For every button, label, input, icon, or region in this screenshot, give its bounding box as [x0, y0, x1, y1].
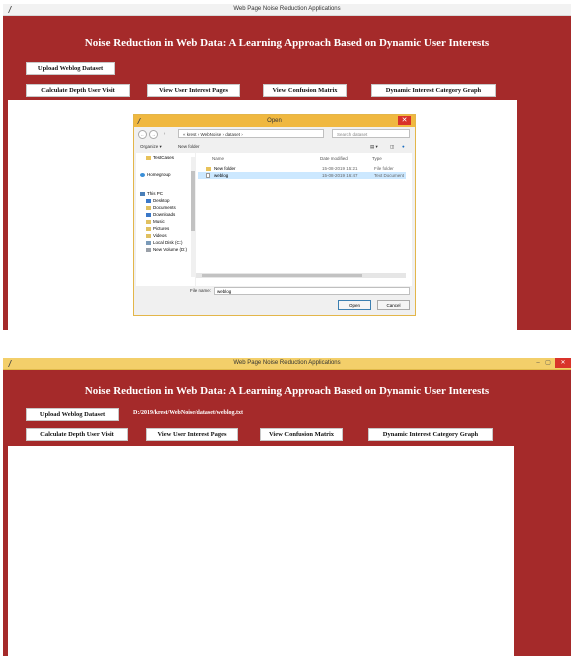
- upload-weblog-button[interactable]: Upload Weblog Dataset: [26, 408, 119, 421]
- file-name-label: File name:: [190, 288, 212, 293]
- app-body: Noise Reduction in Web Data: A Learning …: [3, 370, 571, 656]
- minimize-button[interactable]: –: [533, 358, 543, 368]
- file-date: 15-08-2019 16:47: [322, 173, 358, 178]
- sidebar-item-label: Documents: [153, 205, 176, 210]
- column-header-type[interactable]: Type: [372, 156, 382, 161]
- sidebar-item-testcases[interactable]: TestCases: [146, 155, 174, 161]
- window-title: Web Page Noise Reduction Applications: [233, 360, 341, 366]
- open-file-dialog: Open ✕ ← → ↑ « krest › WebNoise › datase…: [133, 114, 416, 316]
- dialog-nav-bar: ← → ↑ « krest › WebNoise › dataset › Sea…: [134, 128, 415, 140]
- dynamic-interest-graph-button[interactable]: Dynamic Interest Category Graph: [371, 84, 496, 97]
- sidebar-item-desktop[interactable]: Desktop: [146, 198, 170, 204]
- column-header-name[interactable]: Name: [212, 156, 224, 161]
- column-header-date[interactable]: Date modified: [320, 156, 348, 161]
- sidebar-item-new-volume[interactable]: New Volume (D:): [146, 247, 187, 253]
- selected-file-path: D:/2019/krest/WebNoise/dataset/weblog.tx…: [133, 410, 244, 416]
- sidebar-item-label: New Volume (D:): [153, 247, 188, 252]
- file-type: Text Document: [374, 173, 405, 178]
- drive-icon: [146, 241, 151, 245]
- search-input[interactable]: Search dataset: [332, 129, 410, 138]
- view-confusion-matrix-button[interactable]: View Confusion Matrix: [263, 84, 347, 97]
- up-arrow-icon[interactable]: ↑: [161, 130, 168, 137]
- sidebar-item-homegroup[interactable]: Homegroup: [140, 172, 171, 178]
- sidebar-item-label: Videos: [153, 233, 167, 238]
- sidebar-item-local-disk[interactable]: Local Disk (C:): [146, 240, 183, 246]
- homegroup-icon: [140, 173, 145, 177]
- sidebar-item-videos[interactable]: Videos: [146, 233, 167, 239]
- sidebar-item-documents[interactable]: Documents: [146, 205, 176, 211]
- maximize-button[interactable]: ▢: [543, 358, 553, 368]
- sidebar-item-pictures[interactable]: Pictures: [146, 226, 169, 232]
- documents-icon: [146, 206, 151, 210]
- address-bar[interactable]: « krest › WebNoise › dataset ›: [178, 129, 324, 138]
- help-icon[interactable]: ●: [402, 142, 405, 152]
- sidebar-item-this-pc[interactable]: This PC: [140, 191, 163, 197]
- downloads-icon: [146, 213, 151, 217]
- folder-icon: [206, 167, 211, 171]
- file-name: New folder: [214, 166, 236, 171]
- file-row[interactable]: New folder 15-08-2019 15:21 File folder: [198, 165, 406, 172]
- close-button[interactable]: ✕: [555, 358, 571, 368]
- sidebar-item-music[interactable]: Music: [146, 219, 165, 225]
- file-date: 15-08-2019 15:21: [322, 166, 358, 171]
- app-heading: Noise Reduction in Web Data: A Learning …: [84, 37, 490, 49]
- navigation-pane: TestCases Homegroup This PC Desktop Docu…: [136, 153, 195, 286]
- sidebar-item-label: Music: [153, 219, 165, 224]
- address-segment[interactable]: dataset: [225, 132, 240, 137]
- sidebar-item-label: Local Disk (C:): [153, 240, 183, 245]
- view-interest-pages-button[interactable]: View User Interest Pages: [146, 428, 238, 441]
- file-row-selected[interactable]: weblog 15-08-2019 16:47 Text Document: [198, 172, 406, 179]
- sidebar-item-label: TestCases: [153, 155, 175, 160]
- file-name: weblog: [214, 173, 229, 178]
- address-segment[interactable]: « krest: [183, 132, 197, 137]
- computer-icon: [140, 192, 145, 196]
- sidebar-item-label: Desktop: [153, 198, 170, 203]
- upload-weblog-button[interactable]: Upload Weblog Dataset: [26, 62, 115, 75]
- calculate-depth-button[interactable]: Calculate Depth User Visit: [26, 84, 130, 97]
- dialog-title: Open: [267, 118, 282, 124]
- pictures-icon: [146, 227, 151, 231]
- drive-icon: [146, 248, 151, 252]
- app-heading: Noise Reduction in Web Data: A Learning …: [84, 385, 490, 397]
- file-name-input[interactable]: weblog: [214, 287, 410, 295]
- address-segment[interactable]: WebNoise: [201, 132, 222, 137]
- horizontal-scrollbar[interactable]: [196, 273, 406, 278]
- file-list-pane: Name Date modified Type New folder 15-08…: [196, 153, 412, 286]
- calculate-depth-button[interactable]: Calculate Depth User Visit: [26, 428, 128, 441]
- preview-pane-icon[interactable]: ◫: [390, 142, 394, 152]
- folder-icon: [146, 156, 151, 160]
- videos-icon: [146, 234, 151, 238]
- organize-button[interactable]: Organize ▾: [140, 142, 162, 152]
- sidebar-item-downloads[interactable]: Downloads: [146, 212, 175, 218]
- scrollbar-thumb[interactable]: [202, 274, 362, 277]
- dialog-title-bar: Open ✕: [134, 115, 415, 127]
- open-button[interactable]: Open: [338, 300, 371, 310]
- output-text-area[interactable]: [8, 446, 514, 656]
- view-interest-pages-button[interactable]: View User Interest Pages: [147, 84, 240, 97]
- title-bar: Web Page Noise Reduction Applications – …: [3, 358, 571, 370]
- sidebar-item-label: This PC: [147, 191, 164, 196]
- text-file-icon: [206, 173, 210, 178]
- main-window-top: Web Page Noise Reduction Applications No…: [3, 4, 571, 330]
- file-type: File folder: [374, 166, 394, 171]
- dialog-close-button[interactable]: ✕: [398, 116, 411, 125]
- main-window-bottom: Web Page Noise Reduction Applications – …: [3, 358, 571, 656]
- title-bar: Web Page Noise Reduction Applications: [3, 4, 571, 16]
- sidebar-item-label: Downloads: [153, 212, 176, 217]
- window-title: Web Page Noise Reduction Applications: [233, 6, 341, 12]
- sidebar-item-label: Pictures: [153, 226, 170, 231]
- sidebar-scrollbar[interactable]: [191, 157, 195, 277]
- forward-icon[interactable]: →: [149, 130, 158, 139]
- new-folder-button[interactable]: New folder: [178, 142, 200, 152]
- scrollbar-thumb[interactable]: [191, 171, 195, 231]
- cancel-button[interactable]: Cancel: [377, 300, 410, 310]
- view-options-icon[interactable]: ▤ ▾: [370, 142, 378, 152]
- back-icon[interactable]: ←: [138, 130, 147, 139]
- sidebar-item-label: Homegroup: [147, 172, 171, 177]
- desktop-icon: [146, 199, 151, 203]
- music-icon: [146, 220, 151, 224]
- dialog-toolbar: Organize ▾ New folder ▤ ▾ ◫ ●: [134, 142, 415, 152]
- dynamic-interest-graph-button[interactable]: Dynamic Interest Category Graph: [368, 428, 493, 441]
- view-confusion-matrix-button[interactable]: View Confusion Matrix: [260, 428, 343, 441]
